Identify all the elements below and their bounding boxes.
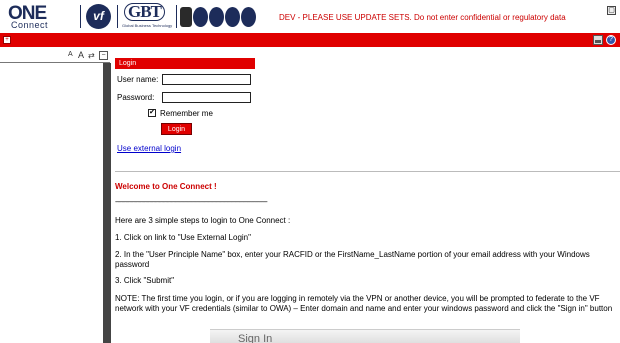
step-1-text: 1. Click on link to "Use External Login" bbox=[115, 233, 251, 242]
left-nav-panel: A A ⇄ − bbox=[0, 47, 110, 343]
nav-divider bbox=[0, 62, 110, 63]
brand-logos-icon bbox=[180, 7, 256, 27]
swap-icon[interactable]: ⇄ bbox=[88, 51, 95, 60]
print-icon[interactable] bbox=[593, 35, 603, 45]
username-label: User name: bbox=[117, 75, 159, 84]
logo-connect-text: Connect bbox=[11, 20, 49, 30]
external-login-link[interactable]: Use external login bbox=[117, 144, 181, 153]
logo-divider bbox=[176, 5, 177, 28]
gbt-logo-subtitle: Global Business Technology bbox=[122, 23, 173, 28]
step-2-text: 2. In the "User Principle Name" box, ent… bbox=[115, 250, 590, 269]
help-icon[interactable]: ? bbox=[606, 35, 616, 45]
sign-in-button[interactable]: Sign In bbox=[210, 329, 520, 343]
maximize-button[interactable]: ▢ bbox=[607, 6, 616, 15]
password-input[interactable] bbox=[162, 92, 251, 103]
section-divider bbox=[115, 171, 620, 172]
header-banner: ONE Connect vf GBT Global Business Techn… bbox=[0, 0, 620, 33]
step-3-text: 3. Click "Submit" bbox=[115, 276, 175, 285]
password-label: Password: bbox=[117, 93, 155, 102]
expand-nav-button[interactable]: + bbox=[3, 36, 11, 44]
dashed-separator: ----------------------------------------… bbox=[115, 199, 268, 206]
collapse-icon[interactable]: − bbox=[99, 51, 108, 60]
remember-me-checkbox[interactable]: ✔ bbox=[148, 109, 156, 117]
logo-divider bbox=[80, 5, 81, 28]
top-toolbar: + ? bbox=[0, 33, 620, 47]
vf-logo: vf bbox=[86, 4, 111, 29]
login-header: Login bbox=[115, 58, 255, 69]
font-increase-button[interactable]: A bbox=[78, 50, 84, 60]
font-decrease-button[interactable]: A bbox=[68, 51, 73, 58]
gbt-logo-text: GBT bbox=[124, 3, 165, 21]
main-content: Login User name: Password: ✔ Remember me… bbox=[115, 58, 620, 343]
gbt-logo: GBT Global Business Technology bbox=[122, 3, 173, 30]
dev-warning-message: DEV - PLEASE USE UPDATE SETS. Do not ent… bbox=[279, 13, 566, 22]
logo-divider bbox=[117, 5, 118, 28]
note-text: NOTE: The first time you login, or if yo… bbox=[115, 294, 613, 313]
welcome-title: Welcome to One Connect ! bbox=[115, 182, 217, 191]
login-button[interactable]: Login bbox=[161, 123, 192, 135]
one-connect-logo: ONE Connect bbox=[6, 3, 76, 30]
remember-me-label: Remember me bbox=[160, 109, 213, 118]
intro-text: Here are 3 simple steps to login to One … bbox=[115, 216, 291, 225]
username-input[interactable] bbox=[162, 74, 251, 85]
panel-splitter[interactable] bbox=[103, 63, 111, 343]
